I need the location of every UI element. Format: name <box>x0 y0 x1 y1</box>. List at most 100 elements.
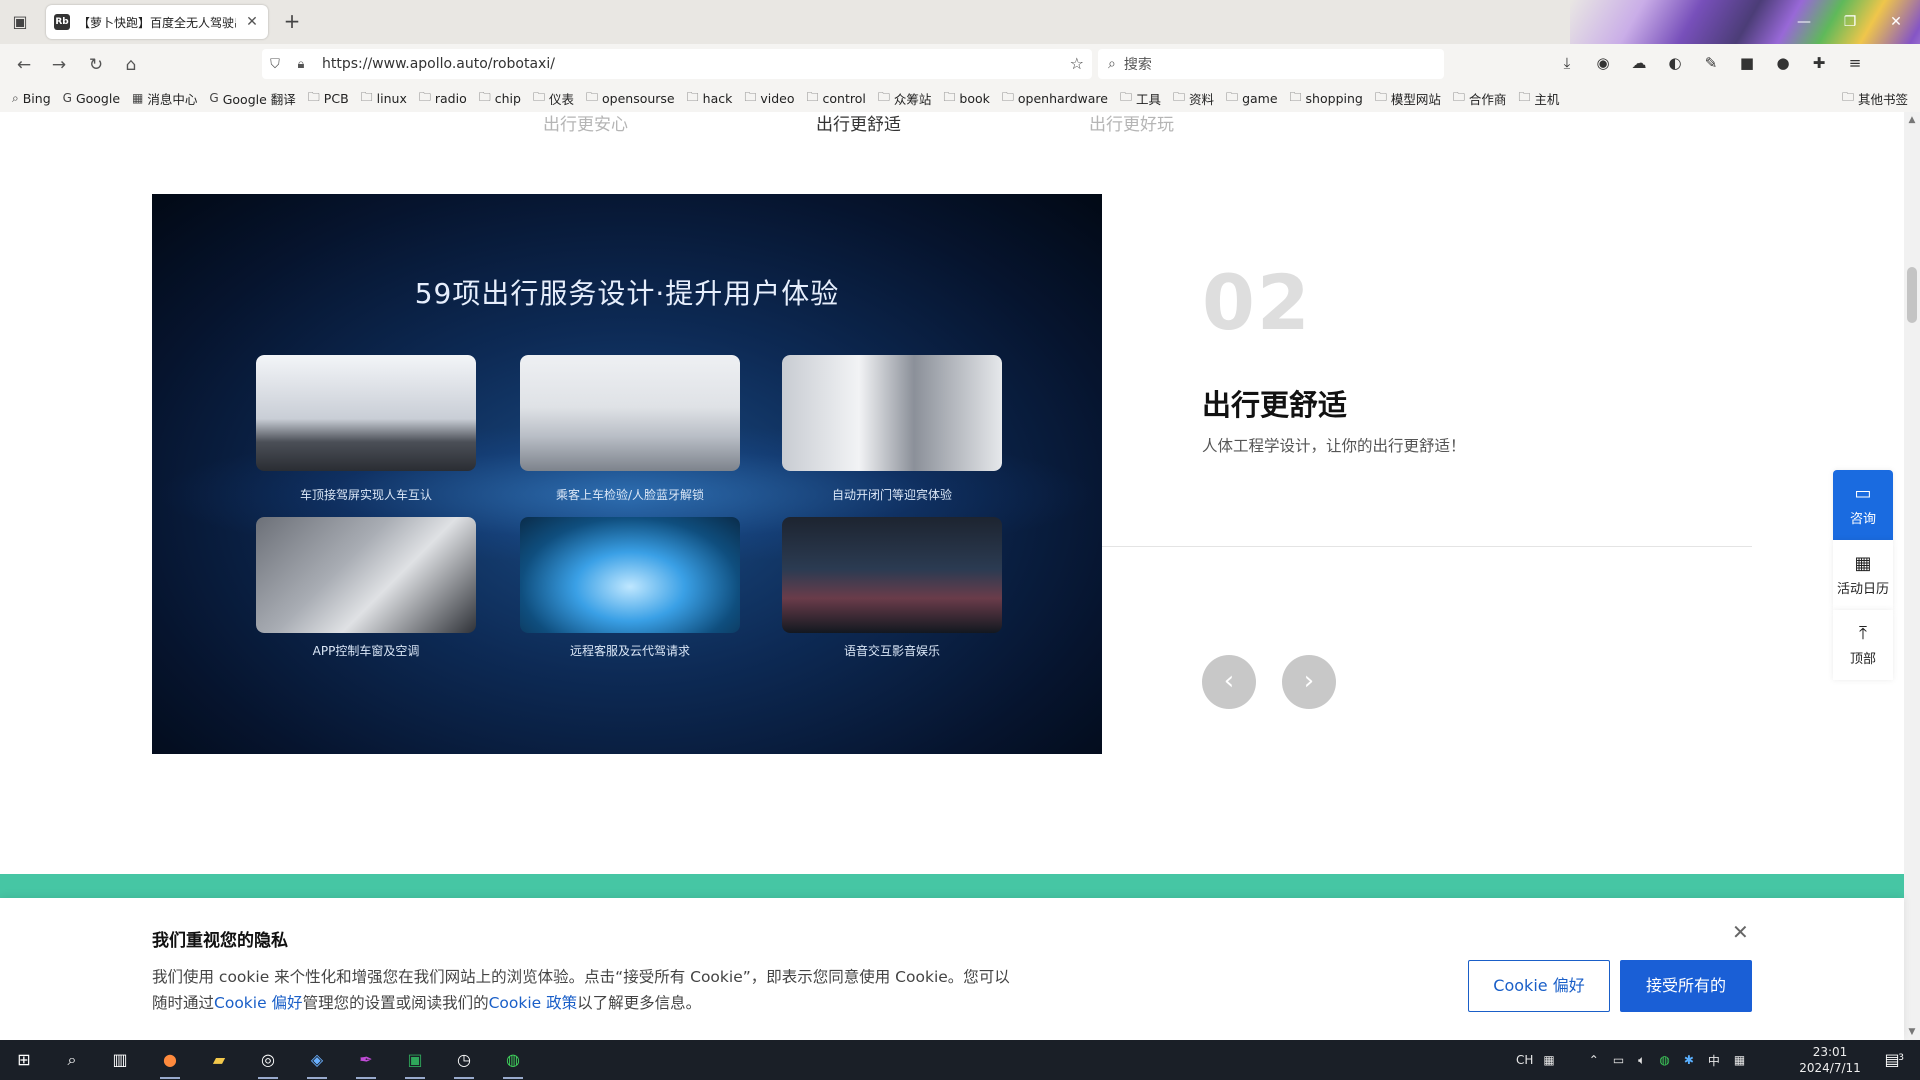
bookmark-folder[interactable]: 🗀︎ 主机 <box>1518 88 1559 109</box>
extension-cloud-icon[interactable]: ☁ <box>1628 52 1650 74</box>
bookmark-star-icon[interactable]: ☆ <box>1070 54 1084 73</box>
back-to-top-button[interactable]: ⤒ 顶部 <box>1833 610 1893 680</box>
network-icon[interactable]: ▭ <box>1613 1053 1624 1067</box>
bookmark-folder[interactable]: 🗀︎ 众筹站 <box>878 88 932 109</box>
feature-card <box>782 355 1002 471</box>
close-window-icon[interactable]: ✕ <box>1882 8 1910 36</box>
bookmark-folder[interactable]: 🗀︎ control <box>807 88 866 109</box>
bookmark-folder[interactable]: 🗀︎ 资料 <box>1173 88 1214 109</box>
account-icon[interactable]: ◉ <box>1592 52 1614 74</box>
bookmark-folder[interactable]: 🗀︎ shopping <box>1290 88 1363 109</box>
bookmark-folder[interactable]: 🗀︎ openhardware <box>1002 88 1108 109</box>
bookmark-folder[interactable]: 🗀︎ 仪表 <box>533 88 574 109</box>
bookmark-folder[interactable]: 🗀︎ hack <box>687 88 733 109</box>
bookmark-item[interactable]: ⌕ Bing <box>12 91 51 106</box>
subtab-safe[interactable]: 出行更安心 <box>543 112 628 135</box>
home-icon[interactable]: ⌂ <box>118 52 144 78</box>
wechat-icon[interactable]: ◍ <box>499 1046 527 1079</box>
card-caption: 车顶接驾屏实现人车互认 <box>299 488 432 502</box>
bookmark-folder[interactable]: 🗀︎ 模型网站 <box>1375 88 1441 109</box>
minimize-icon[interactable]: — <box>1790 8 1818 36</box>
extension-green-icon[interactable]: ● <box>1772 52 1794 74</box>
other-bookmarks[interactable]: 🗀︎ 其他书签 <box>1842 84 1908 112</box>
windows-start-icon[interactable]: ⊞ <box>10 1046 38 1074</box>
wechat-tray-icon[interactable]: ◍ <box>1659 1053 1669 1067</box>
bookmark-folder[interactable]: 🗀︎ radio <box>419 88 467 109</box>
new-tab-icon[interactable]: + <box>280 10 304 34</box>
bookmark-folder[interactable]: 🗀︎ book <box>943 88 989 109</box>
cookie-preference-link[interactable]: Cookie 偏好 <box>214 994 303 1012</box>
scroll-down-icon[interactable]: ▼ <box>1904 1024 1920 1040</box>
extension-pin-icon[interactable]: ✎ <box>1700 52 1722 74</box>
divider <box>1102 546 1752 547</box>
extensions-puzzle-icon[interactable]: ✚ <box>1808 52 1830 74</box>
notification-icon[interactable]: ▤ 3 <box>1878 1046 1906 1074</box>
back-icon[interactable]: ← <box>11 52 37 78</box>
bluetooth-icon[interactable]: ✱ <box>1684 1053 1694 1067</box>
bookmark-folder[interactable]: 🗀︎ chip <box>479 88 521 109</box>
file-explorer-icon[interactable]: ▰ <box>205 1046 233 1074</box>
address-bar[interactable]: ⛉ 🔒︎ https://www.apollo.auto/robotaxi/ ☆ <box>262 49 1092 79</box>
lock-icon[interactable]: 🔒︎ <box>288 57 314 72</box>
feature-card <box>256 355 476 471</box>
scroll-up-icon[interactable]: ▲ <box>1904 112 1920 128</box>
bookmark-folder[interactable]: 🗀︎ 合作商 <box>1453 88 1507 109</box>
forward-icon[interactable]: → <box>46 52 72 78</box>
url-text[interactable]: https://www.apollo.auto/robotaxi/ <box>322 56 555 72</box>
subtab-fun[interactable]: 出行更好玩 <box>1089 112 1174 135</box>
reload-icon[interactable]: ↻ <box>83 52 109 78</box>
cookie-title: 我们重视您的隐私 <box>152 931 288 951</box>
top-label: 顶部 <box>1849 651 1876 667</box>
download-icon[interactable]: ⤓ <box>1556 52 1578 74</box>
chevron-up-icon[interactable]: ⌃ <box>1589 1053 1599 1067</box>
volume-icon[interactable]: 🔈︎ <box>1638 1053 1645 1068</box>
keyboard-layout-icon[interactable]: ▦ <box>1734 1053 1745 1067</box>
pen-app-icon[interactable]: ✒ <box>352 1046 380 1079</box>
bookmark-item[interactable]: ▦ 消息中心 <box>132 89 197 108</box>
keyboard-icon[interactable]: ▦ <box>1543 1053 1554 1067</box>
extension-red-icon[interactable]: ■ <box>1736 52 1758 74</box>
cookie-policy-link[interactable]: Cookie 政策 <box>489 994 578 1012</box>
prev-slide-button[interactable]: ‹ <box>1202 655 1256 709</box>
close-tab-icon[interactable]: ✕ <box>244 14 260 30</box>
task-view-icon[interactable]: ▥ <box>106 1046 134 1074</box>
remote-app-icon[interactable]: ◈ <box>303 1046 331 1079</box>
close-icon[interactable]: ✕ <box>1732 920 1749 944</box>
bookmark-folder[interactable]: 🗀︎ PCB <box>308 88 349 109</box>
shield-icon[interactable]: ⛉ <box>262 57 288 72</box>
app-icon[interactable]: ◎ <box>254 1046 282 1079</box>
menu-icon[interactable]: ≡ <box>1844 52 1866 74</box>
passenger-car-image <box>520 355 740 471</box>
folder-icon: 🗀︎ <box>1289 89 1302 104</box>
cookie-text: 我们使用 cookie 来个性化和增强您在我们网站上的浏览体验。点击“接受所有 … <box>152 968 1010 1012</box>
accept-all-button[interactable]: 接受所有的 <box>1620 960 1752 1012</box>
search-icon[interactable]: ⌕ <box>58 1046 86 1074</box>
clock-app-icon[interactable]: ◷ <box>450 1046 478 1079</box>
firefox-icon[interactable]: ● <box>156 1046 184 1079</box>
bookmark-folder[interactable]: 🗀︎ game <box>1226 88 1277 109</box>
subtab-comfort[interactable]: 出行更舒适 <box>816 112 901 135</box>
extension-icon[interactable]: ◐ <box>1664 52 1686 74</box>
event-calendar-button[interactable]: ▦ 活动日历 <box>1833 540 1893 610</box>
bookmark-item[interactable]: G Google <box>63 91 120 106</box>
next-slide-button[interactable]: › <box>1282 655 1336 709</box>
bookmark-item[interactable]: G Google 翻译 <box>209 89 295 108</box>
system-clock[interactable]: 23:01 2024/7/11 <box>1798 1044 1862 1076</box>
scroll-thumb[interactable] <box>1907 267 1917 323</box>
bookmark-folder[interactable]: 🗀︎ opensourse <box>586 88 675 109</box>
bookmark-folder[interactable]: 🗀︎ video <box>744 88 794 109</box>
input-lang[interactable]: 中 <box>1708 1052 1720 1069</box>
restore-icon[interactable]: ❐ <box>1836 8 1864 36</box>
consult-button[interactable]: ▭ 咨询 <box>1833 470 1893 540</box>
page-scrollbar[interactable]: ▲ ▼ <box>1904 112 1920 1040</box>
ime-indicator[interactable]: CH <box>1516 1053 1533 1067</box>
search-icon: ⌕ <box>1108 56 1116 72</box>
search-input[interactable]: ⌕ 搜索 <box>1098 49 1444 79</box>
tab-list-icon[interactable]: ▣ <box>8 10 32 34</box>
cookie-preference-button[interactable]: Cookie 偏好 <box>1468 960 1610 1012</box>
bookmark-folder[interactable]: 🗀︎ linux <box>361 88 407 109</box>
tab-apollo[interactable]: Rb 【萝卜快跑】百度全无人驾驶出 ✕ <box>46 5 268 39</box>
excel-icon[interactable]: ▣ <box>401 1046 429 1079</box>
windows-taskbar: ⊞ ⌕ ▥ ● ▰ ◎ ◈ ✒ ▣ ◷ ◍ CH ▦ ⌃ ▭ 🔈︎ ◍ ✱ 中 … <box>0 1040 1920 1080</box>
bookmark-folder[interactable]: 🗀︎ 工具 <box>1120 88 1161 109</box>
